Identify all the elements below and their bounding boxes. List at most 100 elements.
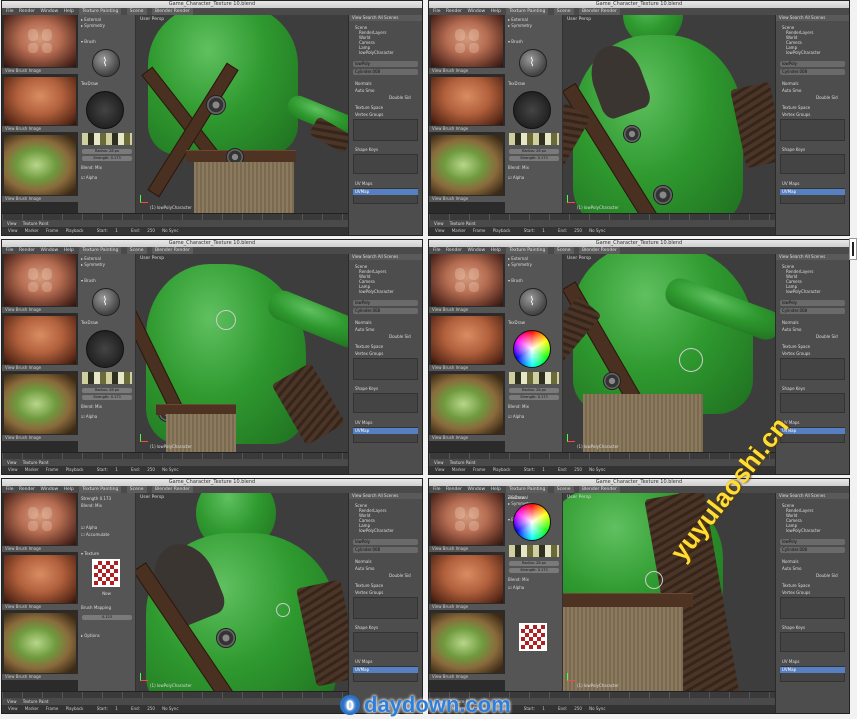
accumulate-checkbox[interactable]: ☐ Accumulate [81,532,132,537]
shape-keys-list[interactable] [780,154,845,174]
color-palette[interactable] [509,545,559,557]
radius-slider[interactable]: Radius: 28 px [509,388,559,393]
mode-select[interactable]: Texture Paint [23,699,49,704]
mesh-name-field[interactable]: Cylinder.008 [780,547,845,553]
auto-smooth-checkbox[interactable]: Auto Smo [355,566,420,571]
mesh-name-field[interactable]: Cylinder.008 [353,547,418,553]
color-palette[interactable] [509,133,559,145]
brush-panel-header[interactable]: ▾ Brush [81,39,132,44]
menu-help[interactable]: Help [64,248,74,253]
sync-select[interactable]: No Sync [589,467,605,472]
menu-marker[interactable]: Marker [25,706,39,711]
menu-playback[interactable]: Playback [66,228,84,233]
vertex-groups-list[interactable] [780,597,845,619]
render-engine-select[interactable]: Blender Render [151,8,193,15]
shape-keys-panel-header[interactable]: Shape Keys [355,147,420,152]
shape-keys-panel-header[interactable]: Shape Keys [355,625,420,630]
workspace-select[interactable]: Texture Painting [506,486,549,493]
vertex-groups-panel-header[interactable]: Vertex Groups [782,590,847,595]
menu-playback[interactable]: Playback [493,467,511,472]
sync-select[interactable]: No Sync [589,706,605,711]
brush-preview-icon[interactable] [519,288,547,316]
double-sided-checkbox[interactable]: Double Sid [816,334,847,339]
menu-frame[interactable]: Frame [46,706,58,711]
texture-space-panel-header[interactable]: Texture Space [355,344,420,349]
3d-viewport[interactable]: User Persp (1) lowPolyCharacter [136,15,348,213]
symmetry-panel-header[interactable]: ▸ Symmetry [508,23,559,28]
menu-frame[interactable]: Frame [473,467,485,472]
end-frame-field[interactable]: End: 250 [552,706,582,711]
blend-select[interactable]: Blend: Mix [508,577,559,582]
texture-space-panel-header[interactable]: Texture Space [782,583,847,588]
sync-select[interactable]: No Sync [162,706,178,711]
outliner-item[interactable]: lowPolyCharacter [355,528,420,533]
vertex-groups-list[interactable] [780,358,845,380]
menu-window[interactable]: Window [467,248,485,253]
double-sided-checkbox[interactable]: Double Sid [389,95,420,100]
menu-view[interactable]: View [8,706,18,711]
menu-file[interactable]: File [433,487,441,492]
shape-keys-list[interactable] [353,632,418,652]
sync-select[interactable]: No Sync [589,228,605,233]
alpha-checkbox[interactable]: ☑ Alpha [81,525,132,530]
menu-help[interactable]: Help [64,9,74,14]
menu-file[interactable]: File [433,248,441,253]
strength-slider[interactable]: Strength: 0.173 [82,156,132,161]
shape-keys-panel-header[interactable]: Shape Keys [355,386,420,391]
start-frame-field[interactable]: Start: 1 [91,467,118,472]
render-engine-select[interactable]: Blender Render [578,247,620,254]
menu-file[interactable]: File [6,248,14,253]
mode-select[interactable]: Texture Paint [450,221,476,226]
blend-select[interactable]: Blend: Mix [508,165,559,170]
outliner-item[interactable]: lowPolyCharacter [355,50,420,55]
color-wheel[interactable] [513,91,551,129]
scene-select[interactable]: Scene [126,8,147,15]
menu-render[interactable]: Render [446,487,462,492]
menu-marker[interactable]: Marker [452,228,466,233]
double-sided-checkbox[interactable]: Double Sid [816,573,847,578]
mode-select[interactable]: Texture Paint [450,460,476,465]
brush-name-field[interactable]: TexDraw [81,320,132,325]
mesh-name-field[interactable]: Cylinder.008 [780,308,845,314]
end-frame-field[interactable]: End: 250 [125,228,155,233]
uv-map-item[interactable]: UVMap [353,189,418,195]
start-frame-field[interactable]: Start: 1 [518,467,545,472]
angle-field[interactable]: 0.123 [82,615,132,620]
texture-preview[interactable] [92,559,120,587]
mesh-name-field[interactable]: Cylinder.008 [353,308,418,314]
menu-help[interactable]: Help [491,248,501,253]
outliner-item[interactable]: lowPolyCharacter [355,289,420,294]
3d-viewport[interactable]: User Persp (1) lowPolyCharacter [136,254,348,452]
menu-frame[interactable]: Frame [46,467,58,472]
menu-file[interactable]: File [433,9,441,14]
menu-view[interactable]: View [7,460,17,465]
external-panel-header[interactable]: ▸ External [508,256,559,261]
vertex-groups-list[interactable] [353,358,418,380]
uv-map-item[interactable]: UVMap [353,667,418,673]
external-panel-header[interactable]: ▸ External [81,17,132,22]
symmetry-panel-header[interactable]: ▸ Symmetry [81,262,132,267]
color-palette[interactable] [82,133,132,145]
vertex-groups-list[interactable] [353,597,418,619]
menu-window[interactable]: Window [40,487,58,492]
menu-help[interactable]: Help [64,487,74,492]
auto-smooth-checkbox[interactable]: Auto Smo [355,88,420,93]
render-engine-select[interactable]: Blender Render [151,247,193,254]
uv-maps-panel-header[interactable]: UV Maps [355,420,420,425]
color-palette[interactable] [509,372,559,384]
blend-select[interactable]: Blend: Mix [81,404,132,409]
menu-frame[interactable]: Frame [46,228,58,233]
outliner-item[interactable]: lowPolyCharacter [782,50,847,55]
color-wheel[interactable] [513,330,551,368]
menu-view[interactable]: View [435,228,445,233]
3d-viewport[interactable]: User Persp (1) lowPolyCharacter [136,493,348,691]
uv-map-item[interactable]: UVMap [780,189,845,195]
menu-view[interactable]: View [434,221,444,226]
menu-render[interactable]: Render [19,487,35,492]
strength-slider[interactable]: Strength 0.173 [81,496,132,501]
menu-window[interactable]: Window [467,9,485,14]
brush-preview-icon[interactable] [519,49,547,77]
shape-keys-panel-header[interactable]: Shape Keys [782,147,847,152]
external-panel-header[interactable]: ▸ External [81,256,132,261]
menu-view[interactable]: View [435,467,445,472]
